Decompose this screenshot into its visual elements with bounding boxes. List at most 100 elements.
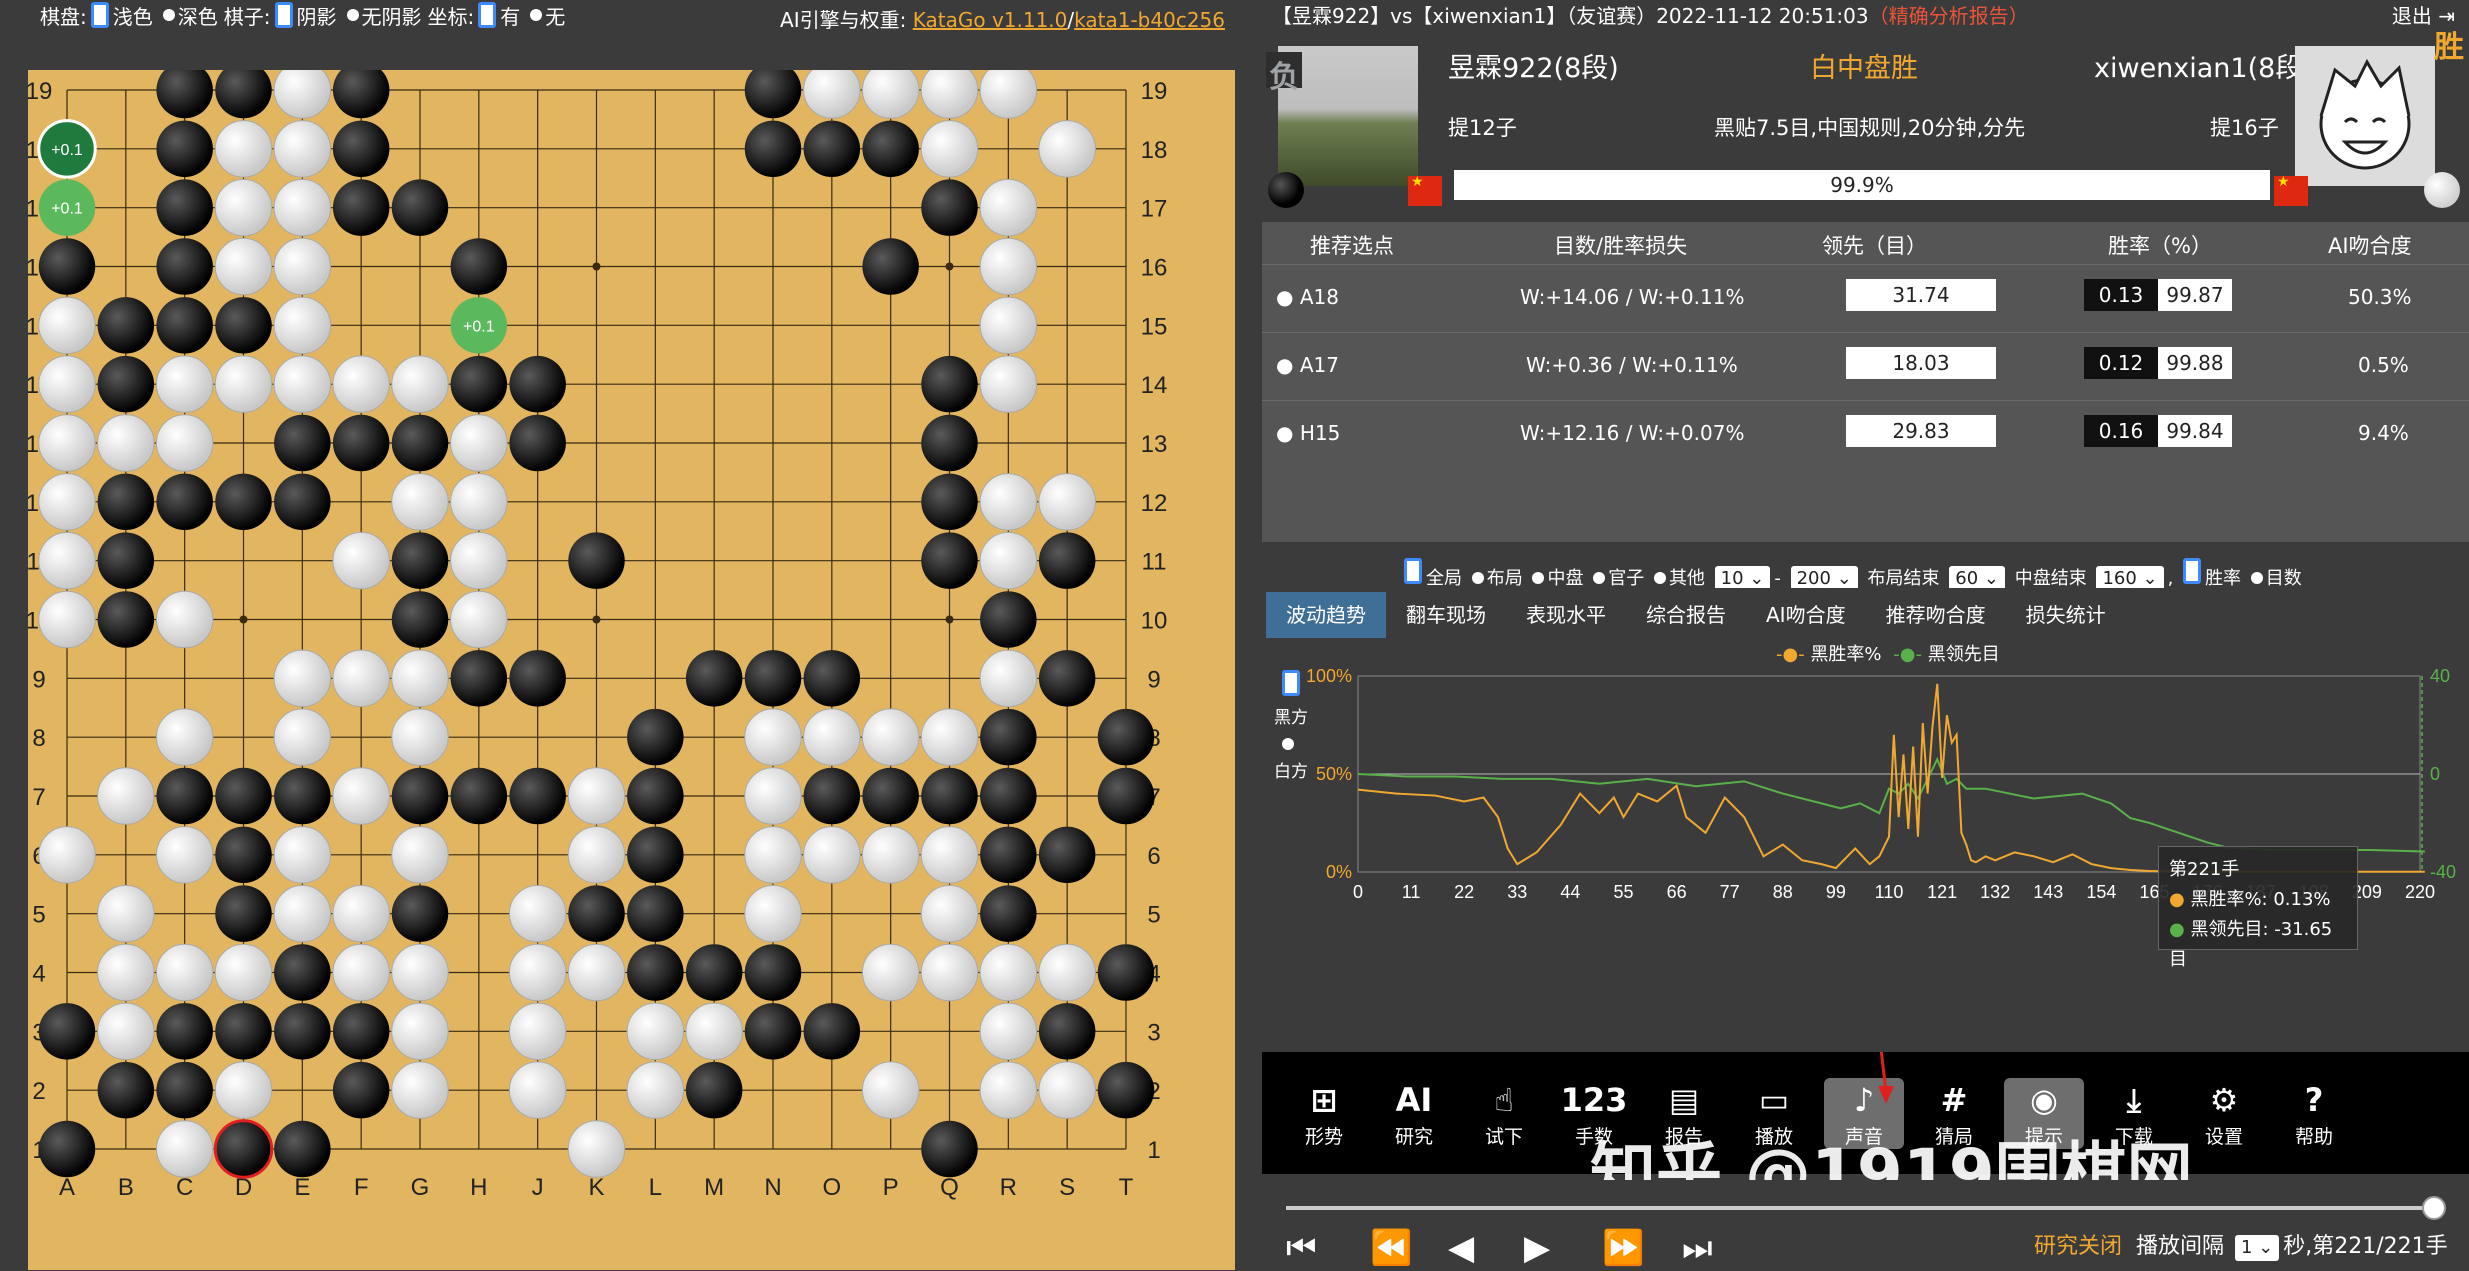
last-move-icon[interactable]: ⏭ xyxy=(1682,1228,1713,1268)
white-stone xyxy=(214,120,273,178)
white-stone xyxy=(979,70,1038,119)
black-stone xyxy=(627,944,684,1001)
white-stone xyxy=(1038,120,1096,178)
black-stone xyxy=(450,238,508,295)
toolbar-0-button[interactable]: ⊞ 形势 xyxy=(1284,1078,1364,1149)
black-stone xyxy=(803,767,861,825)
ai-match: 0.5% xyxy=(2358,353,2409,377)
white-stone xyxy=(332,884,390,943)
col-label: T xyxy=(1119,70,1134,72)
table-row[interactable]: ● A17 W:+0.36 / W:+0.11% 18.03 0.12 99.8… xyxy=(1262,332,2469,400)
stone-noshadow-option[interactable]: 无阴影 xyxy=(343,1,422,30)
toolbar-10-button[interactable]: ⚙ 设置 xyxy=(2184,1078,2264,1149)
coord-on-option[interactable]: 有 xyxy=(474,1,520,30)
white-stone xyxy=(38,590,96,649)
white-stone xyxy=(1038,943,1096,1002)
coord-off-option[interactable]: 无 xyxy=(526,1,565,30)
trend-chart[interactable]: 0112233445566778899110121132143154165176… xyxy=(1262,588,2469,1048)
white-stone xyxy=(214,355,273,413)
white-stone xyxy=(155,943,214,1002)
white-stone xyxy=(97,767,155,825)
black-stone xyxy=(921,414,978,472)
toolbar-1-label: 研究 xyxy=(1394,1126,1433,1148)
black-stone xyxy=(38,238,96,295)
black-stone xyxy=(980,767,1037,825)
phase-middle-option[interactable]: 中盘 xyxy=(1528,568,1583,589)
row-label: 10 xyxy=(1141,608,1168,635)
metric-points-option[interactable]: 目数 xyxy=(2247,568,2302,589)
toolbar-11-button[interactable]: ? 帮助 xyxy=(2274,1078,2354,1149)
toolbar-2-button[interactable]: ☝ 试下 xyxy=(1464,1078,1544,1149)
white-stone xyxy=(450,414,508,472)
phase-all-option[interactable]: 全局 xyxy=(1400,558,1462,589)
table-row[interactable]: ● H15 W:+12.16 / W:+0.07% 29.83 0.16 99.… xyxy=(1262,400,2469,468)
black-stone xyxy=(450,650,508,707)
white-stone xyxy=(979,355,1038,413)
first-move-icon[interactable]: ⏮ xyxy=(1286,1228,1317,1268)
phase-opening-option[interactable]: 布局 xyxy=(1468,568,1523,589)
weight-link[interactable]: kata1-b40c256 xyxy=(1074,8,1225,32)
engine-link[interactable]: KataGo v1.11.0 xyxy=(913,8,1068,32)
toolbar-1-button[interactable]: AI 研究 xyxy=(1374,1078,1454,1149)
black-stone xyxy=(1038,532,1096,589)
black-stone xyxy=(274,1120,331,1178)
board-svg[interactable]: AABBCCDDEEFFGGHHJJKKLLMMNNOOPPQQRRSSTT19… xyxy=(28,70,1235,1270)
phase-endgame-option[interactable]: 官子 xyxy=(1589,568,1644,589)
white-stone xyxy=(38,826,96,884)
white-stone xyxy=(214,1061,273,1119)
board-light-option[interactable]: 浅色 xyxy=(87,1,153,30)
toolbar-11-label: 帮助 xyxy=(2294,1126,2333,1148)
toolbar-10-icon: ⚙ xyxy=(2209,1081,2239,1119)
col-label: B xyxy=(118,1174,134,1201)
col-label: P xyxy=(883,1174,899,1201)
interval-select[interactable]: 1 ⌄ xyxy=(2235,1235,2280,1261)
go-board[interactable]: AABBCCDDEEFFGGHHJJKKLLMMNNOOPPQQRRSSTT19… xyxy=(28,70,1235,1270)
chart-panel: 波动趋势 翻车现场 表现水平 综合报告 AI吻合度 推荐吻合度 损失统计 -●-… xyxy=(1262,588,2469,1048)
black-stone xyxy=(1038,1003,1096,1060)
forward-multi-icon[interactable]: ⏩ xyxy=(1602,1228,1644,1268)
white-stone xyxy=(979,531,1038,590)
white-stone xyxy=(979,296,1038,355)
black-stone-icon xyxy=(1268,172,1304,208)
lead-value: 18.03 xyxy=(1846,347,1996,379)
forward-one-icon[interactable]: ▶ xyxy=(1524,1228,1550,1268)
metric-winrate-option[interactable]: 胜率 xyxy=(2179,558,2241,589)
col-label: A xyxy=(59,70,75,72)
white-stone xyxy=(744,767,802,825)
toolbar-2-label: 试下 xyxy=(1484,1126,1523,1148)
black-stone xyxy=(274,767,331,825)
black-stone xyxy=(215,70,272,119)
x-tick: 0 xyxy=(1353,882,1363,902)
black-stone xyxy=(862,120,919,178)
white-stone xyxy=(861,1061,920,1119)
back-multi-icon[interactable]: ⏪ xyxy=(1370,1228,1412,1268)
table-row[interactable]: ● A18 W:+14.06 / W:+0.11% 31.74 0.13 99.… xyxy=(1262,264,2469,332)
research-toggle[interactable]: 研究关闭 xyxy=(2034,1228,2122,1260)
back-one-icon[interactable]: ◀ xyxy=(1448,1228,1474,1268)
col-label: E xyxy=(294,1174,310,1201)
black-stone xyxy=(685,944,743,1001)
x-tick: 77 xyxy=(1720,882,1740,902)
black-stone xyxy=(332,414,390,472)
white-stone xyxy=(450,473,508,531)
black-stone xyxy=(332,70,390,119)
board-dark-option[interactable]: 深色 xyxy=(159,1,218,30)
move-slider[interactable] xyxy=(1286,1206,2436,1210)
row-label: 16 xyxy=(1141,255,1168,282)
white-winrate: 99.84 xyxy=(2158,415,2232,447)
white-stone xyxy=(155,590,214,649)
white-stone xyxy=(332,767,390,825)
loss-value: W:+14.06 / W:+0.11% xyxy=(1520,285,1745,309)
slider-handle[interactable] xyxy=(2422,1196,2446,1220)
white-stone xyxy=(97,884,155,943)
black-stone xyxy=(156,238,213,295)
black-stone xyxy=(38,1120,96,1178)
move-point: ● H15 xyxy=(1276,421,1341,445)
black-stone xyxy=(156,120,213,178)
x-tick: 110 xyxy=(1875,882,1904,902)
cartoon-face-icon xyxy=(2319,58,2411,170)
game-rules: 黑贴7.5目,中国规则,20分钟,分先 xyxy=(1714,116,2026,140)
phase-other-option[interactable]: 其他 xyxy=(1650,568,1705,589)
stone-shadow-option[interactable]: 阴影 xyxy=(271,1,337,30)
black-stone xyxy=(332,1061,390,1119)
